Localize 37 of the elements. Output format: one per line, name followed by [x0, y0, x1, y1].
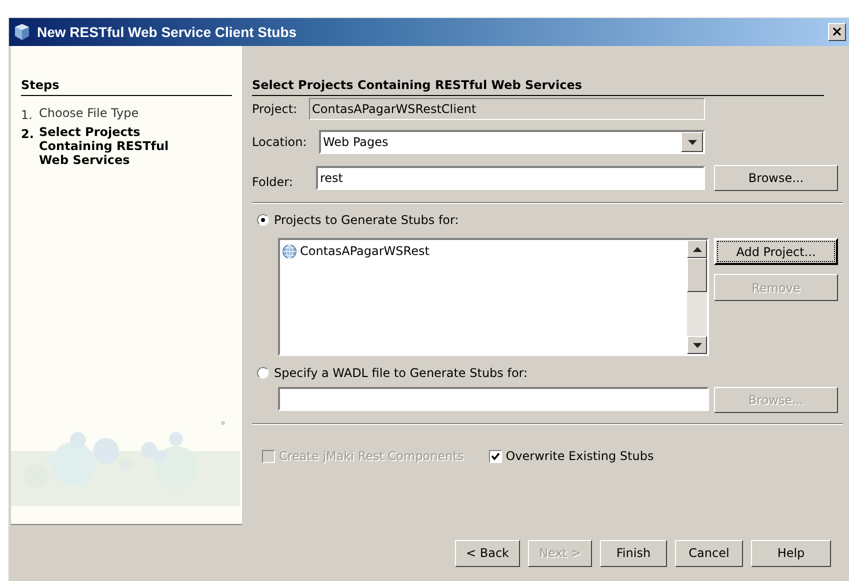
list-item[interactable]: ContasAPagarWSRest [300, 242, 430, 260]
folder-field[interactable]: rest [316, 166, 705, 190]
projects-list[interactable]: ContasAPagarWSRest [278, 238, 709, 356]
step-number: 2. [21, 126, 35, 143]
field-label: Folder: [252, 174, 294, 191]
wadl-file-field[interactable] [278, 387, 709, 411]
cancel-button[interactable]: Cancel [675, 540, 743, 566]
radio-button[interactable] [257, 214, 269, 226]
back-button[interactable]: < Back [455, 540, 520, 566]
field-label: Location: [252, 134, 308, 151]
step-label: Choose File Type [39, 106, 140, 122]
globe-icon [282, 244, 297, 258]
checkbox-label: Overwrite Existing Stubs [506, 448, 654, 465]
up-arrow-icon [692, 246, 702, 252]
browse-button[interactable]: Browse... [714, 165, 838, 191]
field-label: Project: [252, 101, 298, 118]
section-heading: Select Projects Containing RESTful Web Services [252, 76, 824, 96]
radio-label: Projects to Generate Stubs for: [274, 212, 459, 229]
close-button[interactable]: × [828, 23, 846, 41]
scrollbar[interactable] [687, 240, 707, 354]
finish-button[interactable]: Finish [600, 540, 667, 566]
scroll-thumb[interactable] [687, 258, 707, 292]
scroll-down-button[interactable] [687, 336, 707, 354]
window-title: New RESTful Web Service Client Stubs [37, 22, 297, 42]
checkbox[interactable] [488, 450, 502, 462]
down-arrow-icon [692, 342, 702, 348]
add-project-button[interactable]: Add Project... [714, 238, 838, 265]
steps-heading: Steps [21, 76, 232, 96]
project-field: ContasAPagarWSRestClient [309, 98, 705, 120]
scroll-up-button[interactable] [687, 240, 707, 258]
step-label: Select Projects Containing RESTful Web Services [39, 125, 170, 167]
cube-icon [13, 23, 31, 41]
help-button[interactable]: Help [751, 540, 831, 566]
location-dropdown[interactable]: Web Pages [319, 130, 705, 154]
radio-button[interactable] [257, 367, 269, 379]
step-number: 1. [21, 107, 34, 124]
radio-label: Specify a WADL file to Generate Stubs for: [274, 365, 528, 382]
